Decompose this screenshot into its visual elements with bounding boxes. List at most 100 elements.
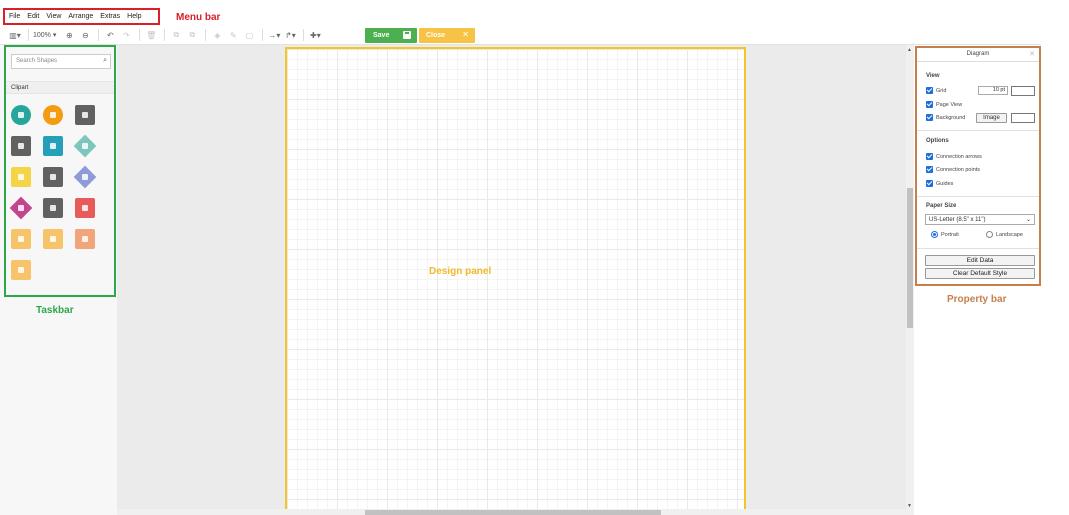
delete-icon[interactable]: 🗑︎ bbox=[144, 28, 158, 42]
menu-file[interactable]: File bbox=[9, 13, 20, 20]
export-icon bbox=[50, 205, 56, 211]
property-tab-diagram[interactable]: Diagram ✕ bbox=[917, 48, 1039, 62]
horizontal-scrollbar[interactable] bbox=[117, 509, 906, 515]
section-divider bbox=[917, 130, 1039, 131]
clipart-shape-server-icon[interactable] bbox=[75, 105, 95, 125]
section-divider bbox=[917, 196, 1039, 197]
insert-icon[interactable]: ✚▾ bbox=[308, 28, 322, 42]
close-icon[interactable]: ✕ bbox=[1029, 50, 1035, 58]
background-checkbox[interactable]: Background bbox=[926, 114, 965, 121]
power-icon bbox=[18, 112, 24, 118]
menu-edit[interactable]: Edit bbox=[27, 13, 39, 20]
clipart-shape-pointer-icon[interactable] bbox=[43, 229, 63, 249]
taskbar-annotation: Taskbar bbox=[36, 305, 74, 316]
close-button[interactable]: Close ✕ bbox=[419, 28, 475, 43]
clipart-shape-pointer-icon[interactable] bbox=[11, 260, 31, 280]
waypoints-icon[interactable]: ↱▾ bbox=[283, 28, 297, 42]
scroll-up-icon[interactable]: ▲ bbox=[907, 47, 912, 53]
guides-label: Guides bbox=[936, 180, 954, 187]
menu-extras[interactable]: Extras bbox=[100, 13, 120, 20]
zoom-in-icon[interactable]: ⊕ bbox=[62, 28, 76, 42]
clipart-shape-tag-icon[interactable] bbox=[11, 136, 31, 156]
users-icon bbox=[50, 174, 56, 180]
pointer-icon bbox=[18, 267, 24, 273]
undo-icon[interactable]: ↶ bbox=[103, 28, 117, 42]
clear-default-style-button[interactable]: Clear Default Style bbox=[925, 268, 1035, 279]
app-window: File Edit View Arrange Extras Help Menu … bbox=[0, 0, 1069, 515]
clipart-section-header[interactable]: Clipart bbox=[6, 81, 114, 94]
clipart-shape-square-icon[interactable] bbox=[73, 165, 97, 189]
toolbar-divider bbox=[303, 29, 305, 41]
clipart-shape-network-icon[interactable] bbox=[73, 134, 97, 158]
view-section-label: View bbox=[926, 73, 940, 79]
grid-size-input[interactable]: 10 pt bbox=[978, 86, 1008, 95]
pointer-icon bbox=[18, 236, 24, 242]
taskbar: Search Shapes ⌕ Clipart bbox=[4, 45, 116, 297]
paper-size-select[interactable]: US-Letter (8.5" x 11") ⌄ bbox=[925, 214, 1035, 225]
checkbox-checked-icon bbox=[926, 101, 933, 108]
shadow-icon[interactable]: ▢ bbox=[242, 28, 256, 42]
background-color-swatch[interactable] bbox=[1011, 113, 1035, 123]
format-panel-icon[interactable]: ▥▾ bbox=[8, 28, 22, 42]
toolbar-divider bbox=[98, 29, 100, 41]
property-bar: Diagram ✕ View Grid 10 pt Page View Back… bbox=[915, 46, 1041, 286]
network-icon bbox=[82, 143, 88, 149]
horizontal-scroll-thumb[interactable] bbox=[365, 510, 661, 515]
menu-arrange[interactable]: Arrange bbox=[68, 13, 93, 20]
clipart-shape-tag-icon[interactable] bbox=[75, 229, 95, 249]
clipart-shape-check-icon[interactable] bbox=[9, 196, 33, 220]
clipart-shape-database-icon[interactable] bbox=[43, 136, 63, 156]
to-back-icon[interactable]: ⧉ bbox=[185, 28, 199, 42]
grid-color-swatch[interactable] bbox=[1011, 86, 1035, 96]
zoom-out-icon[interactable]: ⊖ bbox=[78, 28, 92, 42]
menu-help[interactable]: Help bbox=[127, 13, 141, 20]
clipart-shape-power-icon[interactable] bbox=[11, 105, 31, 125]
connection-icon[interactable]: →▾ bbox=[267, 28, 281, 42]
search-icon[interactable]: ⌕ bbox=[103, 57, 107, 65]
close-label: Close bbox=[426, 32, 446, 39]
zoom-value: 100% bbox=[33, 32, 51, 39]
save-button[interactable]: Save bbox=[365, 28, 417, 43]
clipart-shape-power-icon[interactable] bbox=[43, 105, 63, 125]
image-button-label: Image bbox=[983, 115, 1000, 121]
guides-checkbox[interactable]: Guides bbox=[926, 180, 953, 187]
connection-points-checkbox[interactable]: Connection points bbox=[926, 166, 980, 173]
to-front-icon[interactable]: ⧉ bbox=[169, 28, 183, 42]
radio-selected-icon bbox=[931, 231, 938, 238]
checkbox-checked-icon bbox=[926, 87, 933, 94]
clipart-shape-sun-icon[interactable] bbox=[11, 167, 31, 187]
page-view-checkbox[interactable]: Page View bbox=[926, 101, 962, 108]
grid-checkbox[interactable]: Grid bbox=[926, 87, 946, 94]
square-icon bbox=[82, 174, 88, 180]
line-color-icon[interactable]: ✎ bbox=[226, 28, 240, 42]
clipart-shape-export-icon[interactable] bbox=[43, 198, 63, 218]
document-icon bbox=[82, 205, 88, 211]
design-panel[interactable] bbox=[285, 47, 746, 511]
checkbox-checked-icon bbox=[926, 180, 933, 187]
toolbar-divider bbox=[205, 29, 207, 41]
vertical-scrollbar[interactable]: ▲ ▼ bbox=[906, 45, 914, 515]
redo-icon[interactable]: ↷ bbox=[119, 28, 133, 42]
clipart-shape-pointer-icon[interactable] bbox=[11, 229, 31, 249]
search-input[interactable]: Search Shapes ⌕ bbox=[11, 54, 111, 69]
portrait-label: Portrait bbox=[941, 231, 959, 238]
paper-size-value: US-Letter (8.5" x 11") bbox=[929, 217, 986, 223]
property-bar-annotation: Property bar bbox=[947, 294, 1007, 305]
design-panel-annotation: Design panel bbox=[429, 266, 492, 277]
clipart-shape-document-icon[interactable] bbox=[75, 198, 95, 218]
menu-view[interactable]: View bbox=[46, 13, 61, 20]
toolbar-divider bbox=[28, 29, 29, 41]
fill-color-icon[interactable]: ◈ bbox=[210, 28, 224, 42]
property-title: Diagram bbox=[966, 51, 990, 57]
zoom-select[interactable]: 100% ▾ bbox=[33, 31, 56, 39]
background-image-button[interactable]: Image bbox=[976, 113, 1007, 123]
vertical-scroll-thumb[interactable] bbox=[907, 188, 913, 328]
toolbar: ▥▾ 100% ▾ ⊕ ⊖ ↶ ↷ 🗑︎ ⧉ ⧉ ◈ ✎ ▢ →▾ ↱▾ ✚▾ bbox=[0, 26, 1041, 45]
edit-data-button[interactable]: Edit Data bbox=[925, 255, 1035, 266]
checkbox-checked-icon bbox=[926, 166, 933, 173]
scroll-down-icon[interactable]: ▼ bbox=[907, 503, 912, 509]
landscape-radio[interactable]: Landscape bbox=[986, 231, 1023, 238]
connection-arrows-checkbox[interactable]: Connection arrows bbox=[926, 153, 982, 160]
clipart-shape-users-icon[interactable] bbox=[43, 167, 63, 187]
portrait-radio[interactable]: Portrait bbox=[931, 231, 959, 238]
